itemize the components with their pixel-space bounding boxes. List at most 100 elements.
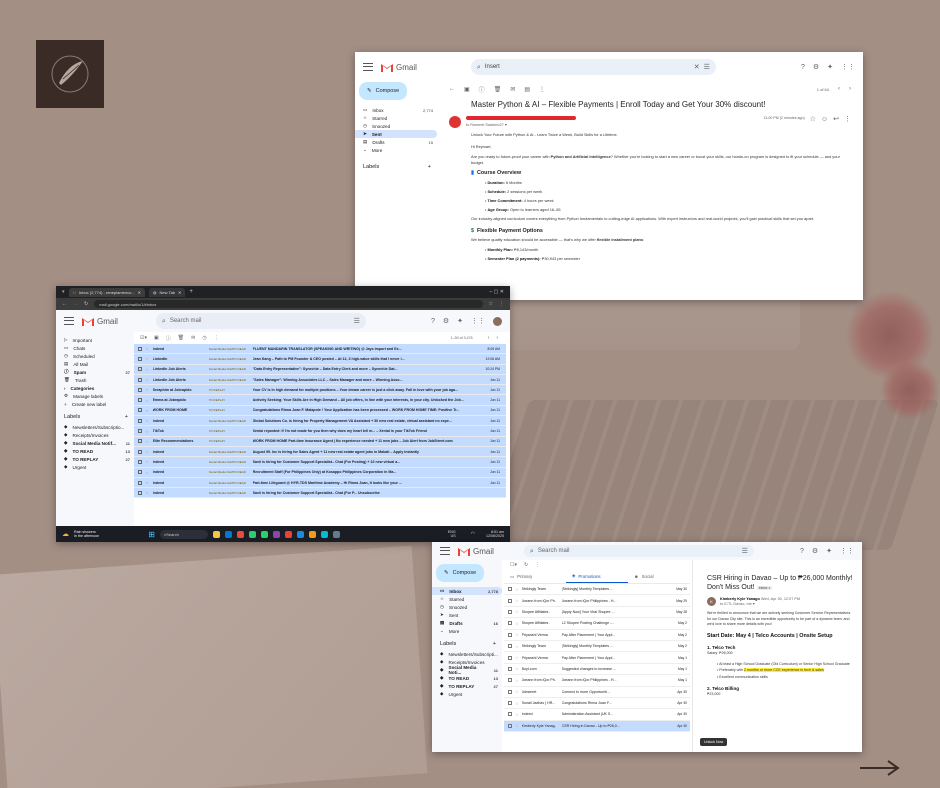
star-icon[interactable]: ☆ [515, 621, 519, 626]
sidebar-item-chats[interactable]: ▭ Chats [56, 344, 134, 352]
more-vert-icon[interactable]: ⋮ [499, 301, 504, 307]
star-icon[interactable]: ☆ [145, 408, 149, 413]
mail-icon[interactable]: ✉ [510, 86, 515, 93]
window-controls[interactable]: – ▢ ✕ [490, 289, 510, 295]
recipient-line[interactable]: to Rommel Salamro27 ▾ [466, 122, 759, 127]
star-icon[interactable]: ☆ [515, 598, 519, 603]
star-icon[interactable]: ☆ [515, 655, 519, 660]
row-checkbox[interactable] [138, 398, 142, 403]
more-vert-icon[interactable]: ⋮ [535, 562, 540, 568]
chevron-right-icon[interactable]: › [496, 335, 506, 341]
sidebar-item-more[interactable]: ⌄ More [355, 146, 437, 154]
label-newsletters[interactable]: ◆ Newsletters/Subscripti... [432, 650, 502, 658]
tab-promotions[interactable]: ◈ Promotions [566, 570, 628, 583]
help-icon[interactable]: ? [800, 548, 804, 555]
gmail-logo[interactable]: Gmail [458, 547, 494, 556]
list-item[interactable]: ☆ Indeed Administration Assistant (UK S...… [504, 709, 690, 721]
label-to-read[interactable]: ◆ TO READ 13 [432, 674, 502, 682]
row-checkbox[interactable] [138, 418, 142, 423]
plus-icon[interactable]: + [428, 164, 431, 170]
table-row[interactable]: ☆ TikTok TO REPLAY Xenial reposted: If I'm … [134, 426, 506, 437]
tab-primary[interactable]: ▭ Primary [504, 570, 566, 583]
settings-icon[interactable]: ⚙ [813, 64, 819, 71]
star-icon[interactable]: ☆ [145, 439, 149, 444]
list-item[interactable]: ☆ Sonali Jadhav | HR... Congratulations Ri… [504, 698, 690, 710]
close-icon[interactable]: ✕ [178, 290, 181, 295]
table-row[interactable]: ☆Indeed Social Media Notificati...TO READ… [134, 446, 506, 458]
label-to-read[interactable]: ◆ TO READ 13 [56, 447, 134, 455]
apps-icon[interactable]: ⋮⋮ [840, 548, 854, 555]
star-icon[interactable]: ☆ [515, 609, 519, 614]
row-checkbox[interactable] [138, 408, 142, 413]
archive-icon[interactable]: ▣ [154, 335, 159, 341]
sidebar-item-inbox[interactable]: ▭ Inbox 2,778 [432, 587, 502, 595]
table-row[interactable]: ☆Indeed Social Media Notificati...TO READ… [134, 457, 506, 468]
star-icon[interactable]: ☆ [145, 346, 149, 351]
row-checkbox[interactable] [138, 356, 142, 361]
sidebar-item-starred[interactable]: ☆ Starred [432, 595, 502, 603]
row-checkbox[interactable] [508, 689, 512, 694]
recipient-line[interactable]: to ICTL Davao, me ▾ [720, 601, 800, 606]
app-icon[interactable] [296, 530, 304, 538]
table-row[interactable]: ☆Indeed Social Media Notificati...TO READ… [134, 344, 506, 355]
sidebar-item-scheduled[interactable]: ◷ Scheduled [56, 352, 134, 360]
search-bar[interactable]: ⌕ Search mail ☰ [523, 545, 754, 557]
star-icon[interactable]: ☆ [145, 449, 149, 454]
gemini-icon[interactable]: ✦ [826, 548, 832, 555]
star-icon[interactable]: ☆ [145, 377, 149, 382]
menu-icon[interactable] [64, 317, 74, 325]
apps-icon[interactable]: ⋮⋮ [841, 64, 855, 71]
label-urgent[interactable]: ◆ Urgent [56, 463, 134, 471]
row-checkbox[interactable] [138, 429, 142, 434]
star-icon[interactable]: ☆ [145, 418, 149, 423]
gmail-logo[interactable]: Gmail [82, 317, 118, 326]
table-row[interactable]: ☆ Seraphim at Jobrapido TO REPLAY Your CV i… [134, 385, 506, 396]
row-checkbox[interactable] [138, 367, 142, 372]
report-icon[interactable]: ⓘ [166, 335, 171, 342]
menu-icon[interactable] [440, 547, 450, 555]
label-social-media[interactable]: ◆ Social Media Noti... 11 [432, 665, 502, 675]
star-icon[interactable]: ☆ [810, 116, 816, 123]
tab-inbox[interactable]: M Inbox (2,774) - reneplamenco... ✕ [68, 287, 146, 297]
settings-icon[interactable]: ⚙ [812, 548, 818, 555]
row-checkbox[interactable] [508, 701, 512, 706]
list-item[interactable]: ☆ Jobstreet Connect to more Opportuniti...… [504, 687, 690, 698]
row-checkbox[interactable] [508, 621, 512, 626]
sidebar-item-create-label[interactable]: + Create new label [56, 400, 134, 408]
star-icon[interactable]: ☆ [515, 701, 519, 706]
sidebar-item-manage-labels[interactable]: ⚙ Manage labels [56, 392, 134, 400]
reply-icon[interactable]: ↩ [833, 116, 839, 123]
settings-icon[interactable]: ⚙ [443, 318, 449, 325]
refresh-icon[interactable]: ↻ [524, 562, 528, 568]
star-icon[interactable]: ☆ [515, 644, 519, 649]
file-explorer-icon[interactable] [212, 530, 220, 538]
list-item[interactable]: ☆ Kimberly Kyle Yanag. CSR Hiring in Davao… [504, 720, 690, 733]
sidebar-item-categories[interactable]: › Categories [56, 384, 134, 392]
star-icon[interactable]: ☆ [515, 712, 519, 717]
label-newsletters[interactable]: ◆ Newsletters/Subscriptio... [56, 423, 134, 431]
sidebar-item-sent[interactable]: ➤ Sent [355, 130, 437, 138]
report-icon[interactable]: ⓘ [479, 85, 485, 94]
close-icon[interactable]: ✕ [138, 290, 141, 295]
list-item[interactable]: ☆ Strikingly Team [Strikingly] Monthly Tem… [504, 641, 690, 653]
more-vert-icon[interactable]: ⋮ [214, 335, 219, 341]
sidebar-item-drafts[interactable]: ▤ Drafts 15 [355, 138, 437, 146]
help-icon[interactable]: ? [801, 64, 805, 71]
avatar[interactable] [493, 316, 502, 326]
label-urgent[interactable]: ◆ Urgent [432, 690, 502, 698]
star-icon[interactable]: ☆ [489, 301, 493, 307]
gemini-icon[interactable]: ✦ [827, 64, 833, 71]
app-icon[interactable] [332, 530, 340, 538]
row-checkbox[interactable] [508, 609, 512, 614]
list-item[interactable]: ☆ Boyt.com Suggested changes to increase .… [504, 664, 690, 676]
label-to-replay[interactable]: ◆ TO REPLAY 27 [432, 682, 502, 690]
tab-search-icon[interactable]: ▾ [62, 289, 65, 295]
edge-icon[interactable] [224, 530, 232, 538]
row-checkbox[interactable] [508, 678, 512, 683]
row-checkbox[interactable] [508, 644, 512, 649]
list-item[interactable]: ☆ Priyanshi Verma Pay After Placement | Yo… [504, 652, 690, 664]
archive-icon[interactable]: ▣ [464, 86, 470, 93]
table-row[interactable]: ☆ Emma at Jobrapido TO REPLAY Actively Seek… [134, 395, 506, 406]
chrome-icon[interactable] [284, 530, 292, 538]
tray-clock[interactable]: 8:51 am 12/06/2025 [486, 530, 504, 539]
